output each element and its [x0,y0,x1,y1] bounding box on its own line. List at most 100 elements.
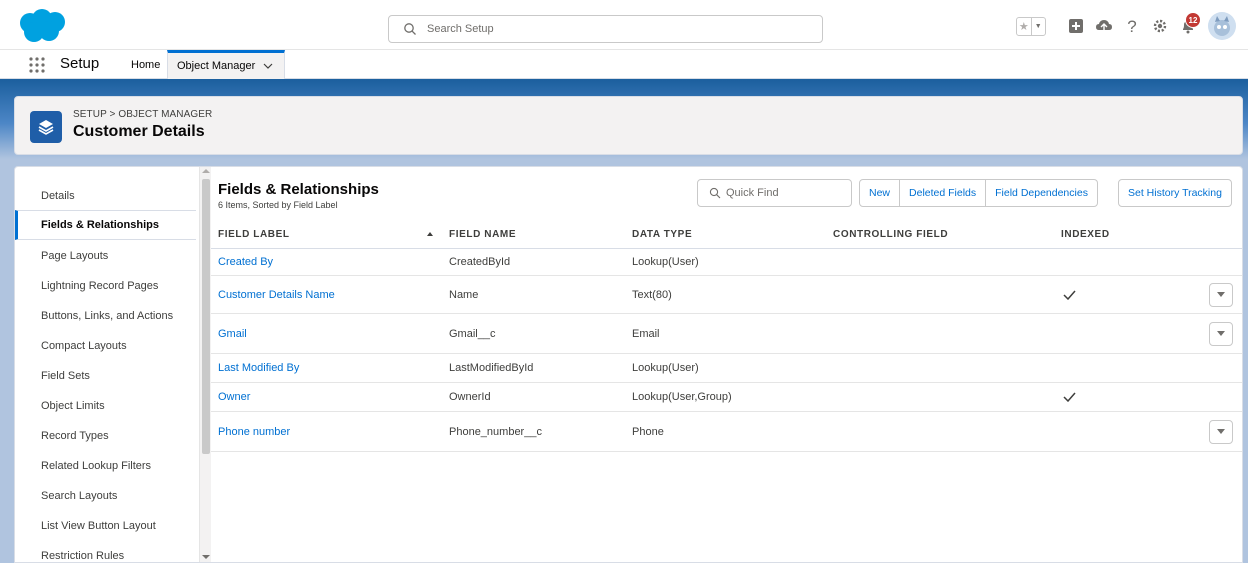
sidebar-item-label: Details [41,190,75,202]
context-nav-bar: Setup Home Object Manager [0,50,1248,79]
sidebar-item-label: Lightning Record Pages [41,280,159,292]
field-label-link[interactable]: Created By [218,256,273,268]
field-api-name: LastModifiedById [449,362,534,374]
sidebar-item-list-view-button-layout[interactable]: List View Button Layout [15,511,196,541]
sidebar-item-label: Compact Layouts [41,340,127,352]
sidebar-item-record-types[interactable]: Record Types [15,421,196,451]
column-header-field-label[interactable]: FIELD LABEL [218,229,290,240]
fields-table-header: FIELD LABEL FIELD NAME DATA TYPE CONTROL… [211,222,1242,249]
notification-count-badge: 12 [1185,12,1201,28]
sidebar-item-object-limits[interactable]: Object Limits [15,391,196,421]
trailhead-guidance-icon[interactable] [1093,15,1115,37]
sidebar-item-label: Buttons, Links, and Actions [41,310,174,322]
column-header-indexed[interactable]: INDEXED [1061,229,1110,240]
global-search-input[interactable] [427,20,807,38]
sidebar-item-page-layouts[interactable]: Page Layouts [15,241,196,271]
column-header-data-type[interactable]: DATA TYPE [632,229,692,240]
new-field-button[interactable]: New [859,179,901,207]
user-avatar[interactable] [1208,12,1236,40]
chevron-down-icon[interactable] [263,61,273,71]
sidebar-item-label: Related Lookup Filters [41,460,152,472]
column-header-field-name[interactable]: FIELD NAME [449,229,516,240]
chevron-down-icon [1217,292,1225,297]
field-data-type: Email [632,327,660,340]
table-row: Created By CreatedById Lookup(User) [211,249,1242,276]
section-title: Fields & Relationships [218,181,379,198]
sidebar-scrollbar[interactable] [199,167,211,562]
field-data-type: Lookup(User,Group) [632,391,732,403]
field-api-name: Phone_number__c [449,425,542,438]
scroll-up-arrow-icon[interactable] [202,169,210,173]
field-label-link[interactable]: Owner [218,391,250,403]
sidebar-item-related-lookup-filters[interactable]: Related Lookup Filters [15,451,196,481]
sidebar-item-compact-layouts[interactable]: Compact Layouts [15,331,196,361]
sidebar-item-label: Page Layouts [41,250,109,262]
set-history-tracking-button[interactable]: Set History Tracking [1118,179,1232,207]
help-icon[interactable]: ? [1121,15,1143,37]
field-label-link[interactable]: Gmail [218,328,247,340]
sidebar-item-label: Fields & Relationships [41,219,159,231]
sidebar-item-label: Restriction Rules [41,550,125,562]
sidebar-item-search-layouts[interactable]: Search Layouts [15,481,196,511]
sidebar-item-label: Field Sets [41,370,90,382]
sidebar-item-label: Record Types [41,430,109,442]
quick-find-input[interactable] [726,185,846,201]
scroll-down-arrow-icon[interactable] [202,555,210,559]
sort-ascending-icon[interactable] [427,232,433,236]
sidebar-item-lightning-record-pages[interactable]: Lightning Record Pages [15,271,196,301]
indexed-checkmark-icon [1063,392,1076,402]
field-api-name: OwnerId [449,391,491,403]
salesforce-logo-icon[interactable] [17,9,67,43]
table-row: Owner OwnerId Lookup(User,Group) [211,383,1242,412]
object-sidebar: Details Fields & Relationships Page Layo… [15,167,199,562]
nav-tab-label: Home [131,58,161,71]
field-dependencies-button[interactable]: Field Dependencies [985,179,1098,207]
sidebar-item-buttons-links-actions[interactable]: Buttons, Links, and Actions [15,301,196,331]
global-search-box[interactable] [388,15,823,43]
global-actions-icon[interactable] [1065,15,1087,37]
nav-tab-label: Object Manager [177,60,256,72]
field-api-name: Gmail__c [449,327,496,340]
sidebar-item-label: List View Button Layout [41,520,156,532]
nav-tab-object-manager[interactable]: Object Manager [167,50,285,79]
fields-action-button-group: New Deleted Fields Field Dependencies [859,179,1098,207]
indexed-checkmark-icon [1063,290,1076,300]
favorites-dropdown-icon[interactable]: ▼ [1032,18,1046,35]
table-row: Gmail Gmail__c Email [211,314,1242,354]
page-title: Customer Details [73,123,205,140]
global-header: ★ ▼ ? 12 [0,0,1248,50]
breadcrumb[interactable]: SETUP > OBJECT MANAGER [73,109,212,120]
field-api-name: Name [449,288,479,301]
row-actions-dropdown-button[interactable] [1209,419,1233,444]
app-launcher-waffle-icon[interactable] [28,56,46,74]
row-actions-dropdown-button[interactable] [1209,282,1233,307]
sidebar-item-fields-relationships[interactable]: Fields & Relationships [15,210,196,240]
field-data-type: Phone [632,425,664,438]
chevron-down-icon [1217,429,1225,434]
row-actions-dropdown-button[interactable] [1209,321,1233,346]
column-header-controlling-field[interactable]: CONTROLLING FIELD [833,229,948,240]
object-page-header: SETUP > OBJECT MANAGER Customer Details [14,96,1243,155]
search-icon [709,187,721,199]
chevron-down-icon [1217,331,1225,336]
sidebar-item-details[interactable]: Details [15,181,196,211]
field-label-link[interactable]: Customer Details Name [218,289,335,301]
setup-gear-icon[interactable] [1149,15,1171,37]
table-row: Last Modified By LastModifiedById Lookup… [211,354,1242,383]
field-api-name: CreatedById [449,256,511,268]
sidebar-item-field-sets[interactable]: Field Sets [15,361,196,391]
notifications-bell-icon[interactable]: 12 [1177,12,1201,37]
quick-find-box[interactable] [697,179,852,207]
field-label-link[interactable]: Last Modified By [218,362,299,374]
sidebar-item-restriction-rules[interactable]: Restriction Rules [15,541,196,562]
object-layers-icon [30,111,62,143]
favorites-star-icon[interactable]: ★ [1017,17,1032,35]
field-label-link[interactable]: Phone number [218,426,290,438]
field-data-type: Lookup(User) [632,362,699,374]
scrollbar-thumb[interactable] [202,179,210,454]
deleted-fields-button[interactable]: Deleted Fields [899,179,987,207]
fields-relationships-panel: Fields & Relationships 6 Items, Sorted b… [211,167,1242,562]
object-manager-main-card: Details Fields & Relationships Page Layo… [14,166,1243,563]
nav-tab-home[interactable]: Home [121,50,169,79]
search-icon [404,23,416,35]
